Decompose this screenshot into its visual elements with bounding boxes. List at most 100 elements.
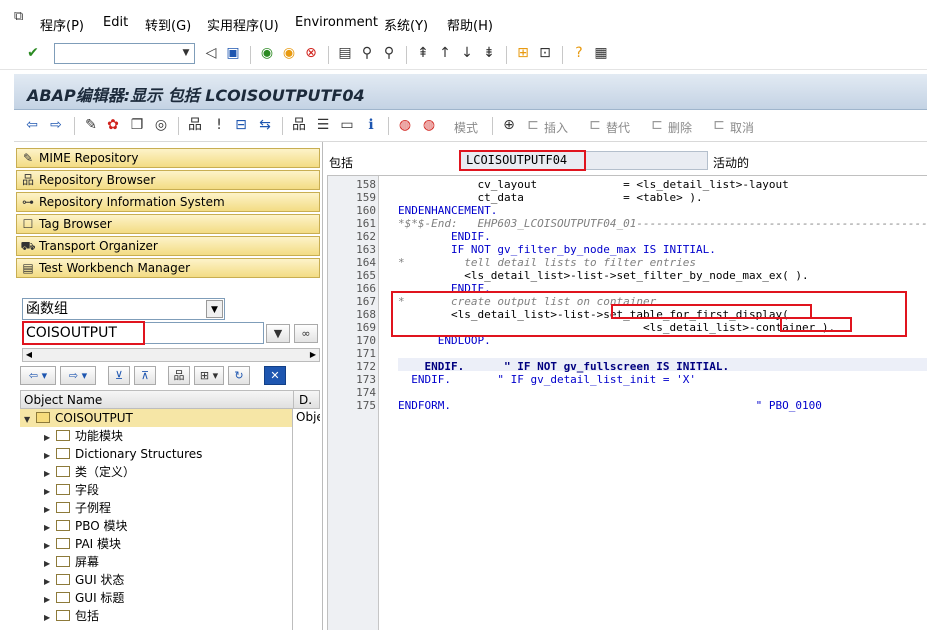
nav-tag-browser[interactable]: ☐ Tag Browser: [16, 214, 320, 234]
code-line[interactable]: * tell detail lists to filter entries: [398, 256, 696, 269]
tree-node[interactable]: ▶ GUI 状态: [44, 571, 124, 589]
tree-node[interactable]: ▶ 字段: [44, 481, 99, 499]
object-list-icon[interactable]: ⇆: [256, 116, 274, 134]
tree-back-button[interactable]: ⇦ ▾: [20, 366, 56, 385]
code-line[interactable]: ENDFORM. " PBO_0100: [398, 399, 822, 412]
menu-goto[interactable]: 转到(G): [145, 15, 191, 34]
info-icon[interactable]: ℹ: [362, 116, 380, 134]
code-line[interactable]: ENDIF.: [398, 230, 491, 243]
help-icon[interactable]: ?: [570, 44, 588, 62]
menu-help[interactable]: 帮助(H): [447, 15, 493, 34]
system-menu-icon[interactable]: ⧉: [14, 10, 28, 24]
close-tree-icon[interactable]: ✕: [264, 366, 286, 385]
chevron-down-icon[interactable]: ▼: [180, 47, 192, 60]
tree-node[interactable]: ▶ PAI 模块: [44, 535, 121, 553]
refresh-icon[interactable]: ↻: [228, 366, 250, 385]
expand-icon[interactable]: ⊻: [108, 366, 130, 385]
replace-button[interactable]: 替代: [606, 119, 630, 136]
display-change-icon[interactable]: ✎: [82, 116, 100, 134]
enter-icon[interactable]: ✔: [24, 44, 42, 62]
forward-arrow-icon[interactable]: ⇨: [47, 116, 65, 134]
nav-repository-information-system[interactable]: ⊶ Repository Information System: [16, 192, 320, 212]
layout-menu-icon[interactable]: ▦: [592, 44, 610, 62]
collapse-left-icon[interactable]: ◁: [202, 44, 220, 62]
horizontal-scrollbar[interactable]: ◀ ▶: [22, 348, 320, 362]
tree-node[interactable]: ▶ GUI 标题: [44, 589, 124, 607]
hierarchy-icon[interactable]: 品: [168, 366, 190, 385]
code-line[interactable]: IF NOT gv_filter_by_node_max IS INITIAL.: [398, 243, 716, 256]
insert-icon: ⊏: [527, 117, 539, 133]
activate-icon[interactable]: !: [210, 116, 228, 134]
pretty-printer-icon[interactable]: ⊕: [500, 116, 518, 134]
breakpoint-icon[interactable]: ◍: [396, 116, 414, 134]
back-arrow-icon[interactable]: ⇦: [23, 116, 41, 134]
scroll-right-icon[interactable]: ▶: [307, 349, 319, 361]
code-line[interactable]: ct_data = <table> ).: [398, 191, 702, 204]
tree-node[interactable]: ▶ 功能模块: [44, 427, 123, 445]
expanded-triangle-icon[interactable]: ▼: [24, 411, 36, 429]
active-inactive-icon[interactable]: ✿: [104, 116, 122, 134]
exit-icon[interactable]: ◉: [280, 44, 298, 62]
command-field[interactable]: ▼: [54, 43, 195, 64]
back-icon[interactable]: ◉: [258, 44, 276, 62]
tree-root-node[interactable]: ▼ COISOUTPUT: [24, 409, 133, 427]
tree-node[interactable]: ▶ Dictionary Structures: [44, 445, 202, 463]
new-session-icon[interactable]: ⊞: [514, 44, 532, 62]
cancel-icon[interactable]: ⊗: [302, 44, 320, 62]
last-page-icon[interactable]: ⇟: [480, 44, 498, 62]
column-object-name[interactable]: Object Name: [24, 393, 102, 407]
insert-button[interactable]: 插入: [544, 119, 568, 136]
mode-label[interactable]: 模式: [454, 119, 478, 136]
tree-node[interactable]: ▶ 屏幕: [44, 553, 99, 571]
code-line[interactable]: cv_layout = <ls_detail_list>-layout: [398, 178, 788, 191]
menu-utilities[interactable]: 实用程序(U): [207, 15, 279, 34]
save-icon[interactable]: ▣: [224, 44, 242, 62]
navigation-window-icon[interactable]: ☰: [314, 116, 332, 134]
code-line[interactable]: <ls_detail_list>-list->set_filter_by_nod…: [398, 269, 808, 282]
code-line[interactable]: *$*$-End: EHP603_LCOISOUTPUTF04_01------…: [398, 217, 927, 230]
find-next-icon[interactable]: ⚲: [380, 44, 398, 62]
find-icon[interactable]: ⚲: [358, 44, 376, 62]
where-used-icon[interactable]: 品: [186, 116, 204, 134]
nav-mime-repository[interactable]: ✎ MIME Repository: [16, 148, 320, 168]
print-icon[interactable]: ▤: [336, 44, 354, 62]
menu-program[interactable]: 程序(P): [40, 15, 84, 34]
display-object-list-icon[interactable]: ▭: [338, 116, 356, 134]
collapsed-triangle-icon[interactable]: ▶: [44, 609, 56, 627]
tree-node[interactable]: ▶ 子例程: [44, 499, 111, 517]
previous-page-icon[interactable]: ↑: [436, 44, 454, 62]
other-object-icon[interactable]: ❐: [128, 116, 146, 134]
menu-environment[interactable]: Environment: [295, 15, 378, 30]
first-page-icon[interactable]: ⇞: [414, 44, 432, 62]
cancel-button[interactable]: 取消: [730, 119, 754, 136]
collapse-icon[interactable]: ⊼: [134, 366, 156, 385]
pattern-icon[interactable]: ◍: [420, 116, 438, 134]
object-name-dropdown-button[interactable]: ▼: [266, 324, 290, 343]
display-button[interactable]: ∞: [294, 324, 318, 343]
nav-transport-organizer[interactable]: ⛟ Transport Organizer: [16, 236, 320, 256]
nav-test-workbench-manager[interactable]: ▤ Test Workbench Manager: [16, 258, 320, 278]
nav-repository-browser[interactable]: 品 Repository Browser: [16, 170, 320, 190]
code-line[interactable]: ENDENHANCEMENT.: [398, 204, 497, 217]
test-icon[interactable]: ⊟: [232, 116, 250, 134]
hierarchy-icon[interactable]: 品: [290, 116, 308, 134]
chevron-down-icon[interactable]: ▼: [206, 300, 223, 318]
settings-menu-icon[interactable]: ⊞ ▾: [194, 366, 224, 385]
menu-edit[interactable]: Edit: [103, 15, 128, 30]
delete-button[interactable]: 删除: [668, 119, 692, 136]
tree-node[interactable]: ▶ 包括: [44, 607, 99, 625]
code-line[interactable]: ENDIF. " IF gv_detail_list_init = 'X': [398, 373, 696, 386]
column-description[interactable]: D.: [299, 393, 312, 407]
tree-node[interactable]: ▶ 类（定义）: [44, 463, 135, 481]
tree-node-label: 字段: [75, 483, 100, 497]
menu-system[interactable]: 系统(Y): [384, 15, 428, 34]
object-type-select[interactable]: 函数组 ▼: [22, 298, 225, 320]
code-area[interactable]: 158 cv_layout = <ls_detail_list>-layout 1…: [327, 175, 927, 630]
shortcut-icon[interactable]: ⊡: [536, 44, 554, 62]
tree-forward-button[interactable]: ⇨ ▾: [60, 366, 96, 385]
tree-node[interactable]: ▶ PBO 模块: [44, 517, 128, 535]
next-page-icon[interactable]: ↓: [458, 44, 476, 62]
scroll-left-icon[interactable]: ◀: [23, 349, 35, 361]
check-icon[interactable]: ◎: [152, 116, 170, 134]
code-line[interactable]: ENDIF. " IF NOT gv_fullscreen IS INITIAL…: [398, 360, 729, 373]
